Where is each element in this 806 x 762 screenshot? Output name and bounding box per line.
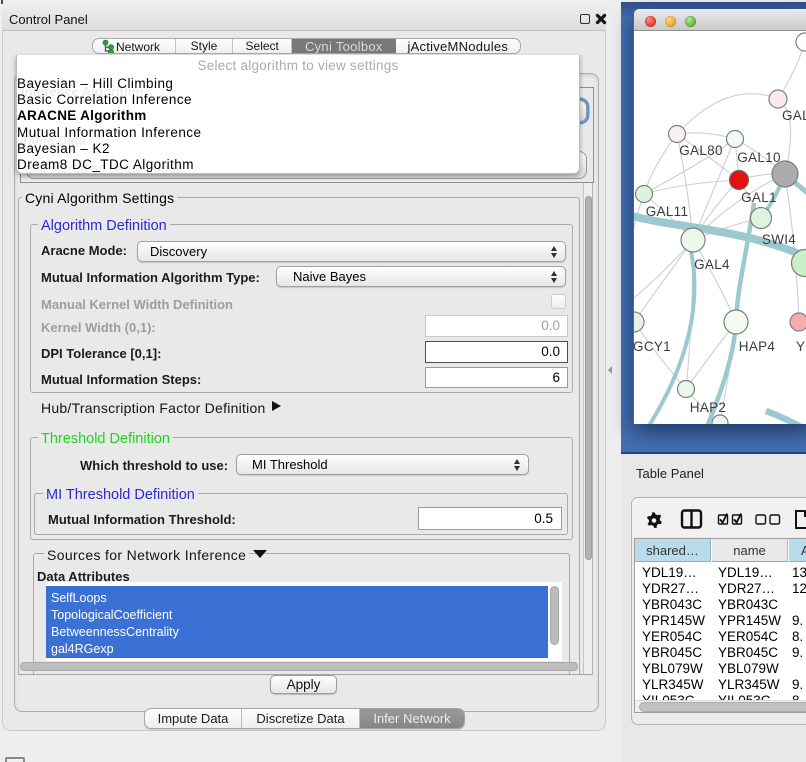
svg-text:GAL11: GAL11 — [646, 204, 689, 219]
svg-text:HAP2: HAP2 — [690, 400, 726, 415]
svg-text:HAP4: HAP4 — [739, 339, 776, 354]
svg-text:GAL1: GAL1 — [741, 190, 777, 205]
svg-text:SWI4: SWI4 — [762, 232, 796, 247]
svg-text:GAL4: GAL4 — [694, 257, 730, 272]
svg-text:GAL10: GAL10 — [737, 150, 781, 165]
svg-text:Y: Y — [796, 339, 805, 354]
svg-text:GAL80: GAL80 — [679, 143, 723, 158]
svg-text:GCY1: GCY1 — [634, 339, 671, 354]
svg-text:GAL: GAL — [782, 108, 806, 123]
